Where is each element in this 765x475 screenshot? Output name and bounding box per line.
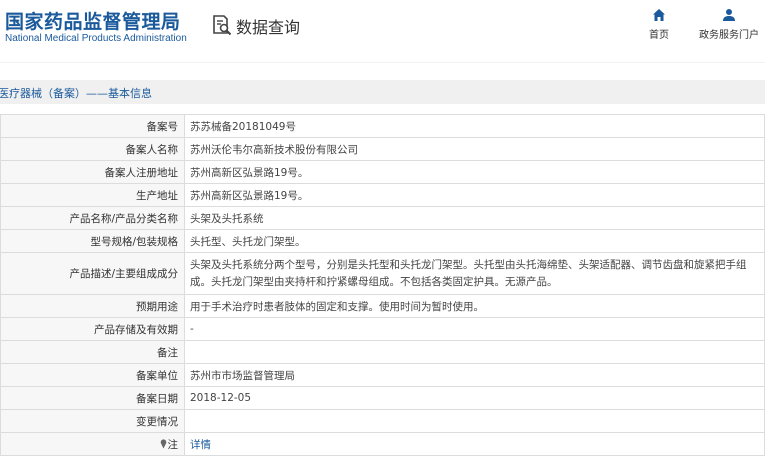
note-label: 注 xyxy=(167,438,179,451)
row-value: 苏州高新区弘景路19号。 xyxy=(184,183,765,207)
table-row: 备案日期 2018-12-05 xyxy=(0,386,765,410)
row-value: 苏州市市场监督管理局 xyxy=(184,363,765,387)
details-link[interactable]: 详情 xyxy=(190,439,211,451)
breadcrumb: 医疗器械（备案）——基本信息 xyxy=(0,87,152,100)
row-value xyxy=(184,409,765,433)
table-row: 变更情况 xyxy=(0,409,765,433)
site-header: 国家药品监督管理局 National Medical Products Admi… xyxy=(0,0,765,62)
table-row: 生产地址 苏州高新区弘景路19号。 xyxy=(0,183,765,207)
row-value: 苏苏械备20181049号 xyxy=(184,114,765,138)
row-label: 预期用途 xyxy=(0,294,185,318)
table-row: 产品存储及有效期 - xyxy=(0,317,765,341)
header-divider xyxy=(0,62,765,81)
row-value: 苏州沃伦韦尔高新技术股份有限公司 xyxy=(184,137,765,161)
search-document-icon xyxy=(213,15,232,36)
table-row: 产品描述/主要组成成分 头架及头托系统分两个型号，分别是头托型和头托龙门架型。头… xyxy=(0,252,765,295)
row-label: 产品存储及有效期 xyxy=(0,317,185,341)
nav-service-portal-link[interactable]: 政务服务门户 xyxy=(694,8,764,48)
row-value: 头架及头托系统分两个型号，分别是头托型和头托龙门架型。头托型由头托海绵垫、头架适… xyxy=(184,252,765,295)
row-label: 备案人名称 xyxy=(0,137,185,161)
table-row: 备案人名称 苏州沃伦韦尔高新技术股份有限公司 xyxy=(0,137,765,161)
row-value: 用于手术治疗时患者肢体的固定和支撑。使用时间为暂时使用。 xyxy=(184,294,765,318)
page-title: 数据查询 xyxy=(236,18,301,37)
logo-title-cn[interactable]: 国家药品监督管理局 xyxy=(5,7,181,34)
row-label: 变更情况 xyxy=(0,409,185,433)
user-icon xyxy=(723,9,735,21)
row-label: 产品描述/主要组成成分 xyxy=(0,252,185,295)
row-label: 备案号 xyxy=(0,114,185,138)
row-label: 备注 xyxy=(0,340,185,364)
row-value: 头托型、头托龙门架型。 xyxy=(184,229,765,253)
note-value-cell: 详情 xyxy=(184,432,765,456)
row-value: 头架及头托系统 xyxy=(184,206,765,230)
row-value xyxy=(184,340,765,364)
table-row: 备案人注册地址 苏州高新区弘景路19号。 xyxy=(0,160,765,184)
row-label: 备案日期 xyxy=(0,386,185,410)
row-value: 2018-12-05 xyxy=(184,386,765,410)
row-label: 产品名称/产品分类名称 xyxy=(0,206,185,230)
breadcrumb-bar: 医疗器械（备案）——基本信息 xyxy=(0,80,765,104)
note-label-cell: 注 xyxy=(0,432,185,456)
table-row: 备注 xyxy=(0,340,765,364)
table-row: 产品名称/产品分类名称 头架及头托系统 xyxy=(0,206,765,230)
logo-title-en: National Medical Products Administration xyxy=(5,33,187,44)
row-label: 备案单位 xyxy=(0,363,185,387)
nav-service-label: 政务服务门户 xyxy=(699,30,759,41)
table-row: 备案号 苏苏械备20181049号 xyxy=(0,114,765,138)
table-row-note: 注 详情 xyxy=(0,432,765,456)
row-label: 备案人注册地址 xyxy=(0,160,185,184)
nav-home-label: 首页 xyxy=(649,30,669,41)
row-label: 型号规格/包装规格 xyxy=(0,229,185,253)
detail-table: 备案号 苏苏械备20181049号 备案人名称 苏州沃伦韦尔高新技术股份有限公司… xyxy=(0,114,765,456)
row-value: - xyxy=(184,317,765,341)
pin-icon xyxy=(160,438,166,448)
nav-home-link[interactable]: 首页 xyxy=(641,8,677,48)
row-label: 生产地址 xyxy=(0,183,185,207)
home-icon xyxy=(653,9,665,21)
row-value: 苏州高新区弘景路19号。 xyxy=(184,160,765,184)
table-row: 预期用途 用于手术治疗时患者肢体的固定和支撑。使用时间为暂时使用。 xyxy=(0,294,765,318)
table-row: 备案单位 苏州市市场监督管理局 xyxy=(0,363,765,387)
table-row: 型号规格/包装规格 头托型、头托龙门架型。 xyxy=(0,229,765,253)
